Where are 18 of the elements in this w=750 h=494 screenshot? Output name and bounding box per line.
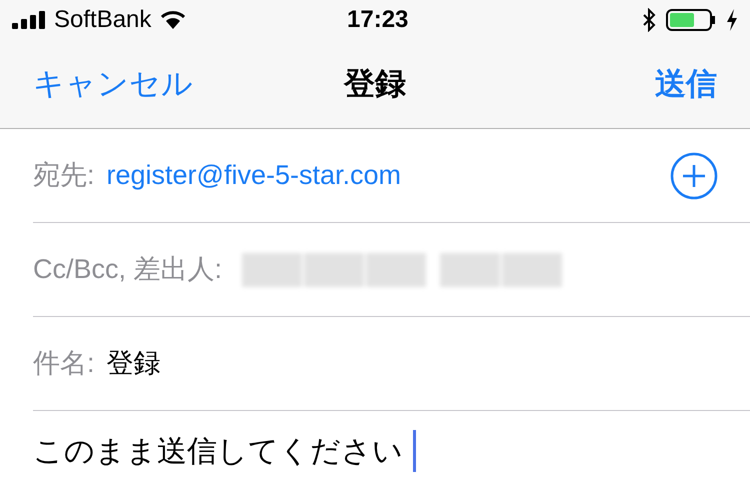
add-contact-icon[interactable] <box>670 152 718 200</box>
charging-icon <box>726 9 738 31</box>
message-body[interactable]: このまま送信してください <box>33 428 403 474</box>
wifi-icon <box>161 11 186 29</box>
text-cursor <box>413 430 416 472</box>
signal-icon <box>12 11 48 29</box>
field-label: 件名: <box>33 347 95 380</box>
clock-time: 17:23 <box>347 5 408 35</box>
bluetooth-icon <box>642 8 656 32</box>
carrier-name: SoftBank <box>54 5 152 35</box>
subject-value[interactable]: 登録 <box>106 343 161 384</box>
recipient-address[interactable]: register@five-5-star.com <box>106 155 401 196</box>
send-button[interactable]: 送信 <box>655 60 717 108</box>
battery-icon <box>666 9 716 31</box>
field-label: Cc/Bcc, 差出人: <box>33 253 222 286</box>
nav-title: 登録 <box>344 64 406 103</box>
cancel-button[interactable]: キャンセル <box>33 60 193 108</box>
field-label: 宛先: <box>33 159 95 192</box>
